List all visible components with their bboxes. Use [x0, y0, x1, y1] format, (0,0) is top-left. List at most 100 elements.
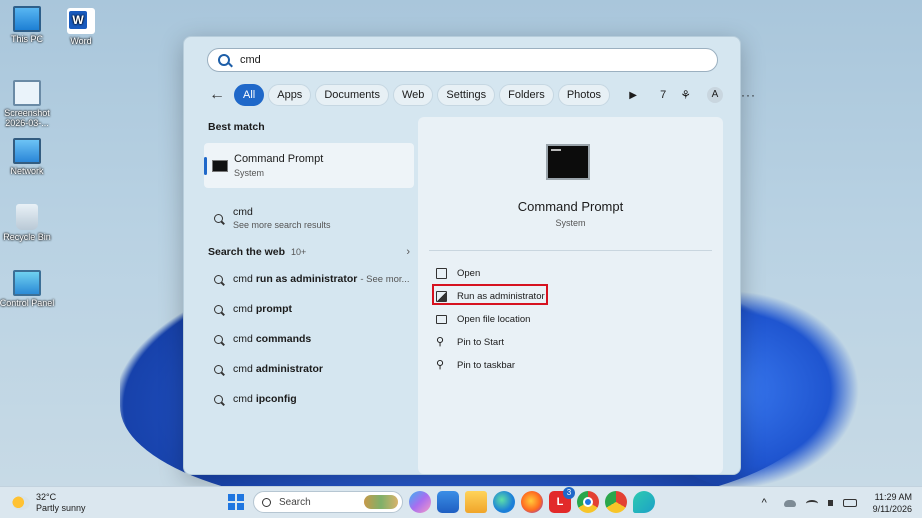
pin-to-taskbar-action[interactable]: ⚲ Pin to taskbar: [436, 354, 545, 377]
desktop-icon-recycle-bin[interactable]: Recycle Bin: [0, 204, 60, 242]
copilot-icon[interactable]: [409, 491, 431, 513]
cloud-icon[interactable]: [783, 499, 796, 507]
search-icon: [218, 54, 230, 66]
search-icon: [214, 213, 223, 223]
best-match-item[interactable]: Command Prompt System: [204, 143, 414, 188]
start-button[interactable]: [225, 491, 247, 513]
desktop-icon-word[interactable]: Word: [48, 8, 114, 46]
rewards-trophy-icon[interactable]: ⚘: [680, 88, 691, 102]
app-name: Command Prompt: [517, 199, 624, 214]
recycle-bin-icon: [16, 204, 38, 230]
clock-time: 11:29 AM: [874, 492, 912, 502]
web-suggestion[interactable]: cmd run as administrator - See mor...: [204, 264, 414, 294]
network-icon: [13, 138, 41, 164]
search-web-header[interactable]: Search the web 10+ ›: [208, 246, 410, 258]
battery-icon[interactable]: [842, 499, 857, 507]
search-icon: [214, 334, 223, 344]
back-arrow-icon[interactable]: ←: [206, 86, 228, 104]
chrome-icon[interactable]: [577, 491, 599, 513]
firefox-icon[interactable]: [521, 491, 543, 513]
desktop-icon-label: Control Panel: [0, 298, 55, 308]
suggestion-prefix: cmd: [233, 333, 253, 345]
filter-web[interactable]: Web: [392, 84, 434, 106]
desktop-icon-label: Screenshot 2026-03-...: [4, 108, 50, 128]
desktop-icon-label: Word: [70, 36, 92, 46]
search-input[interactable]: cmd: [207, 48, 718, 72]
chevron-right-icon: ›: [406, 246, 410, 258]
web-suggestion[interactable]: cmd commands: [204, 324, 414, 354]
search-icon: [214, 274, 223, 284]
folder-icon: [436, 315, 447, 324]
filter-settings[interactable]: Settings: [437, 84, 496, 106]
action-label: Open file location: [457, 314, 531, 325]
search-web-count: 10+: [291, 247, 307, 257]
filter-documents[interactable]: Documents: [315, 84, 389, 106]
word-icon: [67, 8, 95, 34]
desktop-icon-control-panel[interactable]: Control Panel: [0, 270, 60, 308]
app-actions: Open Run as administrator Open file loca…: [436, 262, 545, 377]
filter-folders[interactable]: Folders: [499, 84, 554, 106]
command-prompt-icon: [212, 159, 228, 172]
suggestion-prefix: cmd: [233, 363, 253, 375]
open-external-icon: [436, 268, 447, 279]
more-options-icon[interactable]: ···: [741, 88, 756, 102]
search-icon: [214, 304, 223, 314]
filter-apps[interactable]: Apps: [268, 84, 312, 106]
pin-icon: ⚲: [436, 336, 445, 348]
best-match-title: Command Prompt: [234, 153, 324, 165]
screenshot-file-icon: [13, 80, 41, 106]
microsoft-store-icon[interactable]: [437, 491, 459, 513]
suggestion-bold: run as administrator: [255, 273, 358, 285]
desktop-icon-network[interactable]: Network: [0, 138, 60, 176]
suggestion-bold: administrator: [255, 363, 323, 375]
app-red-l-icon[interactable]: L3: [549, 487, 575, 513]
chrome-profile-icon[interactable]: [605, 491, 627, 513]
account-avatar[interactable]: A: [706, 87, 723, 103]
open-action[interactable]: Open: [436, 262, 545, 285]
filter-all[interactable]: All: [234, 84, 265, 106]
pin-to-start-action[interactable]: ⚲ Pin to Start: [436, 331, 545, 354]
filter-bar: ← All Apps Documents Web Settings Folder…: [206, 84, 756, 106]
desktop-icon-screenshot[interactable]: Screenshot 2026-03-...: [0, 80, 60, 128]
desktop-icon-label: This PC: [10, 34, 43, 44]
see-more-results-item[interactable]: cmd See more search results: [204, 198, 414, 238]
web-suggestion[interactable]: cmd prompt: [204, 294, 414, 324]
best-match-subtitle: System: [234, 168, 265, 178]
clock[interactable]: 11:29 AM 9/11/2026: [873, 491, 912, 515]
monitor-icon: [13, 6, 41, 32]
wifi-icon[interactable]: [805, 499, 818, 507]
desktop-icon-label: Network: [10, 166, 44, 176]
search-web-title: Search the web: [208, 246, 286, 258]
pin-icon: ⚲: [436, 359, 445, 371]
web-suggestion[interactable]: cmd ipconfig: [204, 384, 414, 414]
more-filters-play-icon[interactable]: ▶: [622, 90, 644, 101]
taskbar-apps: Search L3: [225, 487, 655, 513]
weather-temp: 32°C: [36, 491, 57, 502]
file-explorer-icon[interactable]: [465, 491, 487, 513]
action-label: Pin to Start: [457, 337, 504, 348]
open-file-location-action[interactable]: Open file location: [436, 308, 545, 331]
edge-browser-icon[interactable]: [493, 491, 515, 513]
suggestion-prefix: cmd: [233, 303, 253, 315]
chat-app-icon[interactable]: [633, 491, 655, 513]
clock-date: 9/11/2026: [872, 504, 912, 514]
web-suggestion[interactable]: cmd administrator: [204, 354, 414, 384]
chevron-up-icon[interactable]: ^: [762, 498, 774, 509]
taskbar-search[interactable]: Search: [253, 491, 403, 513]
partly-sunny-icon: [12, 495, 30, 510]
action-label: Pin to taskbar: [457, 360, 516, 371]
suggestion-bold: commands: [255, 333, 312, 345]
command-prompt-large-icon: [546, 144, 590, 180]
start-search-panel: cmd ← All Apps Documents Web Settings Fo…: [183, 36, 755, 475]
speaker-icon[interactable]: [827, 500, 833, 506]
weather-desc: Partly sunny: [36, 502, 86, 513]
search-query[interactable]: cmd: [240, 54, 261, 66]
taskbar-search-label: Search: [279, 496, 311, 508]
highlight-annotation-box: [432, 284, 548, 305]
suggestion-suffix: - See mor...: [360, 273, 410, 285]
weather-widget[interactable]: 32°C Partly sunny: [12, 492, 86, 514]
filter-photos[interactable]: Photos: [557, 84, 611, 106]
desktop-icon-label: Recycle Bin: [3, 232, 51, 242]
taskbar: 32°C Partly sunny Search L3 ^ 11:29 AM 9…: [0, 486, 922, 518]
selection-indicator: [204, 157, 207, 175]
